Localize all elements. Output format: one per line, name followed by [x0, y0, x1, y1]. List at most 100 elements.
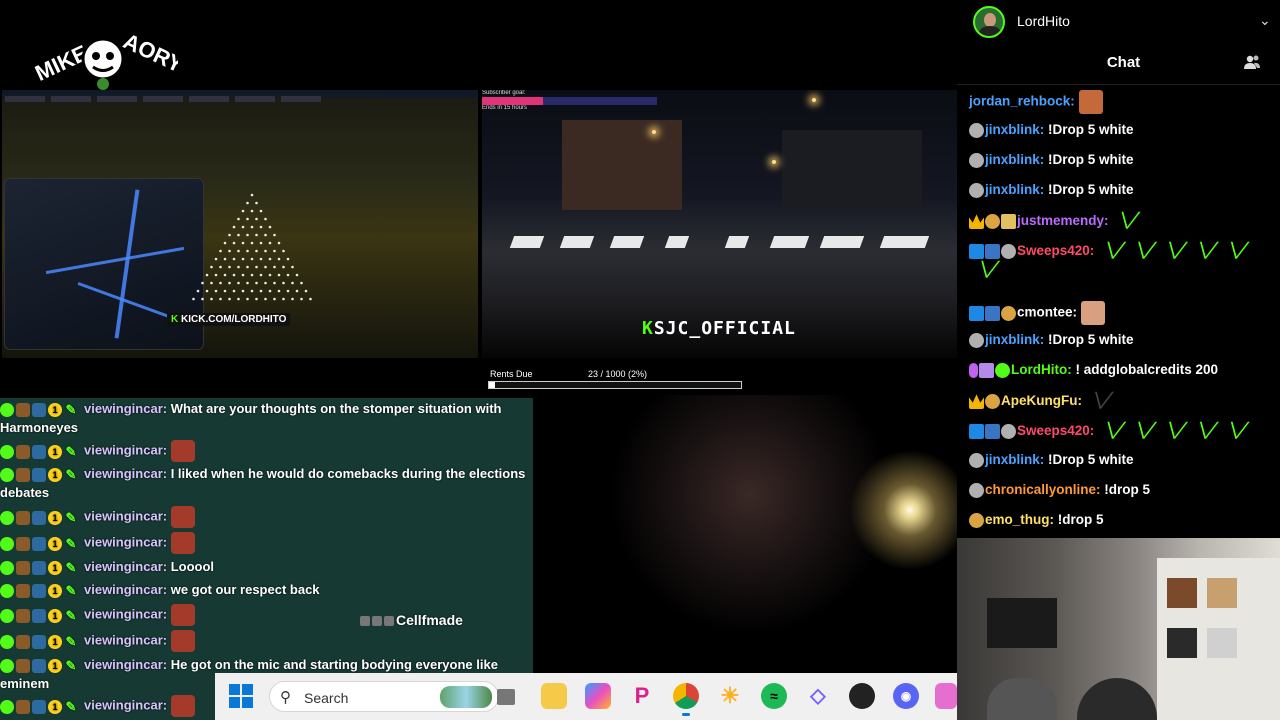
- windows-start-button[interactable]: [229, 684, 253, 708]
- chat-username[interactable]: LordHito:: [1011, 362, 1072, 377]
- pattern-dot: [246, 297, 249, 301]
- face-emote: [170, 506, 195, 528]
- overlay-chat: 1 ✎ viewingincar: What are your thoughts o…: [0, 398, 533, 720]
- pattern-dot: [214, 289, 218, 293]
- user-badges: 1 ✎: [0, 534, 80, 552]
- svg-text:AORY: AORY: [120, 28, 178, 77]
- pattern-dot: [286, 257, 290, 261]
- pattern-dot: [286, 273, 290, 277]
- car-dashboard-camera: K KICK.COM/LORDHITO: [2, 90, 478, 358]
- kick-emote: ╲╱: [1228, 422, 1246, 438]
- chat-username[interactable]: jinxblink:: [985, 332, 1044, 347]
- pattern-dot: [237, 297, 240, 301]
- overlay-chat-line: 1 ✎ viewingincar: we got our respect back: [0, 581, 533, 600]
- pattern-dot: [300, 297, 303, 301]
- pattern-dot: [291, 281, 294, 285]
- face-emote: [1078, 90, 1103, 114]
- chat-username[interactable]: jordan_rehbock:: [969, 94, 1075, 109]
- pattern-dot: [201, 297, 204, 301]
- hud-strip: [2, 90, 478, 102]
- pattern-dot: [291, 265, 294, 269]
- pattern-dot: [291, 297, 294, 301]
- chat-username[interactable]: emo_thug:: [985, 512, 1054, 527]
- picsart-icon[interactable]: P: [629, 683, 655, 709]
- chat-username[interactable]: jinxblink:: [985, 452, 1044, 467]
- pattern-dot: [264, 281, 267, 285]
- chevron-down-icon[interactable]: ⌄: [1259, 12, 1271, 29]
- discord-icon[interactable]: ◉: [893, 683, 919, 709]
- kick-emote: ╲╱: [1135, 422, 1153, 438]
- user-badges: 1 ✎: [0, 442, 80, 460]
- pattern-dot: [223, 257, 227, 261]
- face-emote: [170, 532, 195, 554]
- overlay-chat-username: viewingincar:: [84, 508, 168, 524]
- copilot-icon[interactable]: [585, 683, 611, 709]
- chrome-icon[interactable]: [673, 683, 699, 709]
- face-emote: [170, 604, 195, 626]
- pattern-dot: [246, 201, 249, 205]
- pattern-dot: [268, 289, 272, 293]
- pattern-dot: [232, 225, 236, 229]
- cookie-badge-icon: [985, 394, 1000, 410]
- sunny-app-icon[interactable]: ☀: [717, 683, 743, 709]
- rent-label: Rents Due: [490, 369, 533, 379]
- chat-username[interactable]: chronicallyonline:: [985, 482, 1101, 497]
- profile-switcher[interactable]: LordHito ⌄: [973, 4, 1273, 38]
- pattern-dot: [255, 249, 258, 253]
- chat-username[interactable]: Sweeps420:: [1017, 243, 1094, 258]
- left-cam-handle: K KICK.COM/LORDHITO: [167, 313, 291, 326]
- pattern-dot: [246, 233, 249, 237]
- chat-username[interactable]: jinxblink:: [985, 182, 1044, 197]
- pattern-dot: [309, 297, 312, 301]
- pattern-dot: [268, 241, 272, 245]
- pattern-dot: [223, 289, 227, 293]
- spotify-icon[interactable]: ≈: [761, 683, 787, 709]
- extra-app-icon[interactable]: [935, 683, 957, 709]
- kick-emote: ╲╱: [1197, 242, 1215, 258]
- overlay-chat-line: 1 ✎ viewingincar:: [0, 630, 533, 652]
- file-explorer-icon[interactable]: [541, 683, 567, 709]
- pattern-dot: [210, 265, 213, 269]
- pattern-dot: [277, 289, 281, 293]
- task-view-icon[interactable]: [497, 689, 515, 705]
- pattern-dot: [264, 265, 267, 269]
- pen-app-icon[interactable]: ◇: [805, 683, 831, 709]
- obs-icon[interactable]: [849, 683, 875, 709]
- subscriber-goal: Subscriber goal: Ends in 15 hours: [482, 90, 657, 111]
- chat-username[interactable]: ApeKungFu:: [1001, 393, 1082, 408]
- taskbar-search[interactable]: ⚲ Search: [269, 681, 499, 712]
- chat-username[interactable]: jinxblink:: [985, 152, 1044, 167]
- pattern-dot: [255, 265, 258, 269]
- overlay-chat-username: viewingincar:: [84, 401, 168, 416]
- users-icon[interactable]: [1243, 54, 1261, 70]
- pattern-dot: [237, 233, 240, 237]
- pattern-dot: [241, 209, 245, 213]
- pattern-dot: [273, 233, 276, 237]
- avatar: [973, 6, 1005, 38]
- pattern-dot: [250, 193, 254, 197]
- chat-username[interactable]: cmontee:: [1017, 305, 1077, 320]
- chat-username[interactable]: justmemendy:: [1017, 213, 1109, 228]
- face-emote: [170, 695, 195, 717]
- chat-username[interactable]: jinxblink:: [985, 122, 1044, 137]
- chat-message: LordHito: ! addglobalcredits 200: [969, 361, 1274, 379]
- user-badges: 1 ✎: [0, 697, 80, 715]
- pattern-dot: [246, 281, 249, 285]
- cellfmade-tag: Cellfmade: [360, 612, 463, 628]
- pattern-dot: [237, 249, 240, 253]
- overlay-chat-line: 1 ✎ viewingincar:: [0, 506, 533, 528]
- pattern-dot: [304, 289, 308, 293]
- user-badges: [969, 511, 985, 529]
- user-badges: 1 ✎: [0, 657, 80, 675]
- user-badges: [969, 361, 1011, 379]
- overlay-chat-username: viewingincar:: [84, 534, 168, 550]
- user-badges: [969, 392, 1001, 410]
- overlay-chat-username: viewingincar:: [84, 442, 168, 458]
- chat-username[interactable]: Sweeps420:: [1017, 423, 1094, 438]
- pattern-dot: [250, 273, 254, 277]
- pattern-dot: [255, 201, 258, 205]
- profile-name: LordHito: [1017, 13, 1070, 29]
- pattern-dot: [259, 273, 263, 277]
- skull-badge-icon: [1001, 424, 1016, 440]
- pattern-dot: [219, 281, 222, 285]
